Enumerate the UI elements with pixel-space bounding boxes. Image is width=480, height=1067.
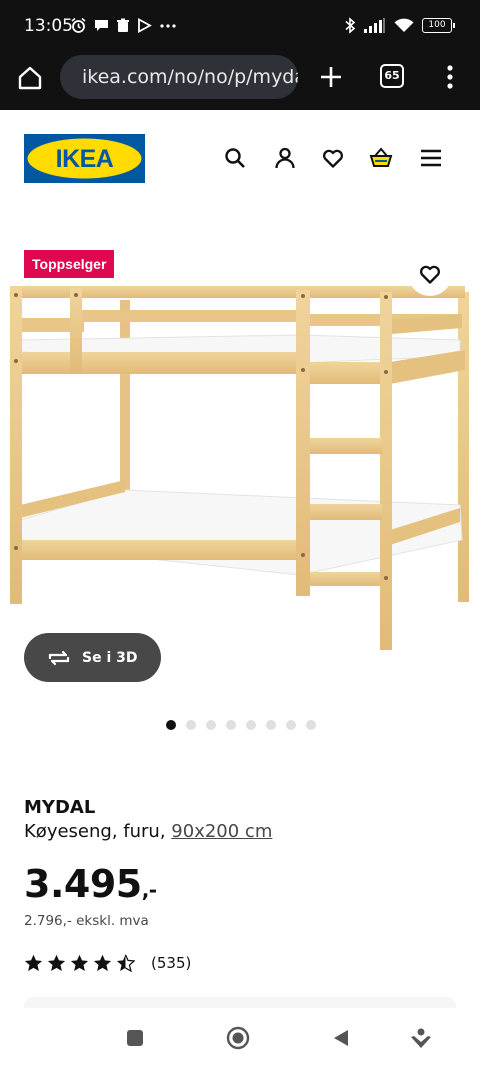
carousel-dot[interactable] — [306, 720, 316, 730]
address-bar[interactable]: ikea.com/no/no/p/mydal-koyeseng — [60, 55, 298, 99]
status-bar: 13:05 100 — [0, 0, 480, 52]
svg-text:IKEA: IKEA — [56, 145, 114, 173]
view-in-3d-button[interactable]: Se i 3D — [24, 633, 161, 682]
product-description: Køyeseng, furu, 90x200 cm — [24, 821, 272, 842]
chat-icon — [95, 20, 108, 31]
new-tab-icon[interactable] — [318, 64, 344, 90]
home-button-icon[interactable] — [226, 1026, 250, 1050]
menu-icon[interactable] — [419, 146, 443, 170]
battery-icon: 100 — [422, 18, 455, 33]
carousel-dot[interactable] — [166, 720, 176, 730]
assistant-icon[interactable] — [410, 1027, 432, 1049]
search-icon[interactable] — [223, 146, 247, 170]
star-icon — [70, 954, 89, 972]
add-to-favorites-button[interactable] — [408, 252, 452, 296]
wifi-icon — [394, 18, 414, 32]
carousel-dot[interactable] — [206, 720, 216, 730]
cart-icon[interactable] — [369, 146, 393, 170]
alarm-icon — [71, 17, 86, 33]
carousel-dot[interactable] — [266, 720, 276, 730]
trash-icon — [117, 18, 129, 32]
price-main: 3.495 — [24, 862, 142, 906]
rotate-3d-icon — [48, 650, 70, 665]
carousel-dot[interactable] — [286, 720, 296, 730]
carousel-dot[interactable] — [226, 720, 236, 730]
play-icon — [138, 18, 152, 33]
site-header: IKEA — [0, 110, 480, 206]
star-icon — [24, 954, 43, 972]
product-size-link[interactable]: 90x200 cm — [171, 821, 272, 842]
product-type: Køyeseng, furu, — [24, 821, 166, 842]
ikea-logo[interactable]: IKEA — [24, 134, 145, 183]
browser-menu-icon[interactable] — [444, 64, 456, 90]
account-icon[interactable] — [273, 146, 297, 170]
url-text: ikea.com/no/no/p/mydal-koyeseng — [82, 66, 298, 88]
status-time: 13:05 — [24, 16, 73, 36]
image-carousel-indicator — [166, 720, 316, 730]
product-price: 3.495,- — [24, 862, 157, 906]
home-icon[interactable] — [16, 64, 44, 92]
product-image[interactable] — [0, 230, 480, 700]
back-icon[interactable] — [332, 1028, 350, 1048]
bluetooth-icon — [345, 17, 356, 34]
status-left-icons — [70, 17, 177, 34]
carousel-dot[interactable] — [246, 720, 256, 730]
more-icon — [160, 23, 176, 28]
product-rating[interactable]: (535) — [24, 954, 191, 972]
system-navigation-bar — [0, 1008, 480, 1067]
price-suffix: ,- — [141, 878, 157, 902]
favorites-icon[interactable] — [321, 146, 345, 170]
recents-icon[interactable] — [126, 1029, 144, 1047]
top-seller-badge: Toppselger — [24, 250, 115, 278]
status-right-icons: 100 — [345, 17, 455, 34]
view-in-3d-label: Se i 3D — [82, 649, 138, 666]
half-star-icon — [116, 954, 135, 972]
review-count: (535) — [151, 954, 192, 972]
star-icon — [47, 954, 66, 972]
signal-icon — [364, 18, 385, 33]
tab-switcher-button[interactable]: 65 — [380, 64, 404, 88]
browser-toolbar: ikea.com/no/no/p/mydal-koyeseng 65 — [0, 52, 480, 110]
heart-icon — [420, 265, 440, 284]
carousel-dot[interactable] — [186, 720, 196, 730]
price-excluding-vat: 2.796,- ekskl. mva — [24, 913, 149, 929]
star-icon — [93, 954, 112, 972]
product-name: MYDAL — [24, 797, 96, 818]
